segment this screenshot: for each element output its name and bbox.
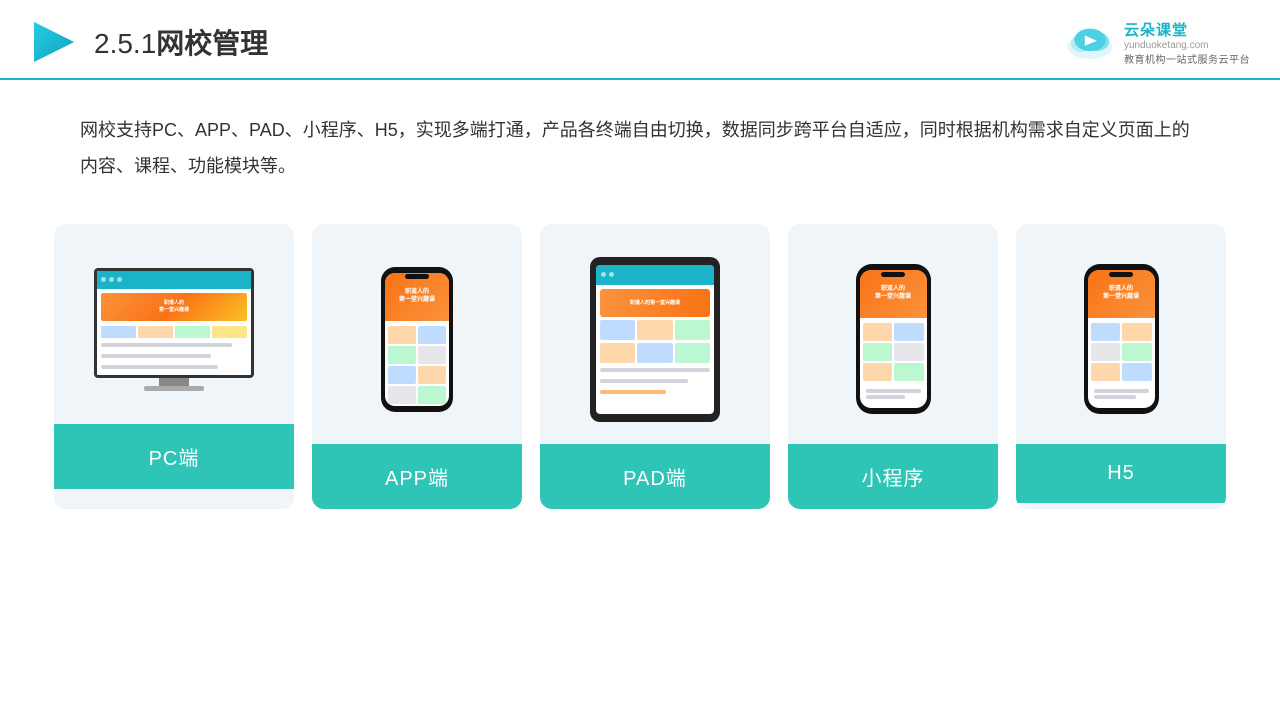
- h5-image-area: 职道人的第一堂兴趣课: [1016, 224, 1226, 444]
- app-image-area: 职道人的第一堂兴趣课: [312, 224, 522, 444]
- h5-phone-body: 职道人的第一堂兴趣课: [1084, 264, 1159, 414]
- logo-text-block: 云朵课堂 yunduoketang.com 教育机构一站式服务云平台: [1124, 19, 1250, 66]
- description-text: 网校支持PC、APP、PAD、小程序、H5，实现多端打通，产品各终端自由切换，数…: [0, 80, 1280, 184]
- play-icon: [30, 18, 78, 66]
- logo-area: 云朵课堂 yunduoketang.com 教育机构一站式服务云平台: [1064, 19, 1250, 66]
- pc-device-mock: 职道人的第一堂兴趣课: [94, 268, 254, 391]
- h5-phone-mock: 职道人的第一堂兴趣课: [1084, 264, 1159, 414]
- logo-name: 云朵课堂: [1124, 19, 1188, 40]
- miniapp-phone-body: 职道人的第一堂兴趣课: [856, 264, 931, 414]
- app-phone-screen: 职道人的第一堂兴趣课: [385, 273, 449, 406]
- card-label-pc: PC端: [54, 424, 294, 489]
- card-miniapp: 职道人的第一堂兴趣课: [788, 224, 998, 509]
- page-title: 2.5.1网校管理: [94, 22, 268, 62]
- card-label-miniapp: 小程序: [788, 444, 998, 509]
- header-left: 2.5.1网校管理: [30, 18, 268, 66]
- miniapp-phone-screen: 职道人的第一堂兴趣课: [860, 270, 927, 408]
- card-app: 职道人的第一堂兴趣课: [312, 224, 522, 509]
- app-phone-mock: 职道人的第一堂兴趣课: [381, 267, 453, 412]
- logo-icon: [1064, 22, 1116, 62]
- h5-phone-screen: 职道人的第一堂兴趣课: [1088, 270, 1155, 408]
- pad-tablet-screen: 职道人的第一堂兴趣课: [596, 265, 714, 414]
- cards-container: 职道人的第一堂兴趣课: [0, 184, 1280, 539]
- app-phone-body: 职道人的第一堂兴趣课: [381, 267, 453, 412]
- header: 2.5.1网校管理 云朵课堂 yunduoketang.com 教育机构一站式服…: [0, 0, 1280, 80]
- pad-tablet-body: 职道人的第一堂兴趣课: [590, 257, 720, 422]
- pad-tablet-mock: 职道人的第一堂兴趣课: [590, 257, 720, 422]
- pc-image-area: 职道人的第一堂兴趣课: [54, 224, 294, 424]
- card-label-pad: PAD端: [540, 444, 770, 509]
- card-h5: 职道人的第一堂兴趣课: [1016, 224, 1226, 509]
- pad-image-area: 职道人的第一堂兴趣课: [540, 224, 770, 444]
- card-pad: 职道人的第一堂兴趣课: [540, 224, 770, 509]
- card-label-h5: H5: [1016, 444, 1226, 503]
- miniapp-image-area: 职道人的第一堂兴趣课: [788, 224, 998, 444]
- logo-slogan: 教育机构一站式服务云平台: [1124, 51, 1250, 66]
- logo-url: yunduoketang.com: [1124, 40, 1209, 51]
- miniapp-phone-mock: 职道人的第一堂兴趣课: [856, 264, 931, 414]
- pc-screen: 职道人的第一堂兴趣课: [94, 268, 254, 378]
- card-pc: 职道人的第一堂兴趣课: [54, 224, 294, 509]
- card-label-app: APP端: [312, 444, 522, 509]
